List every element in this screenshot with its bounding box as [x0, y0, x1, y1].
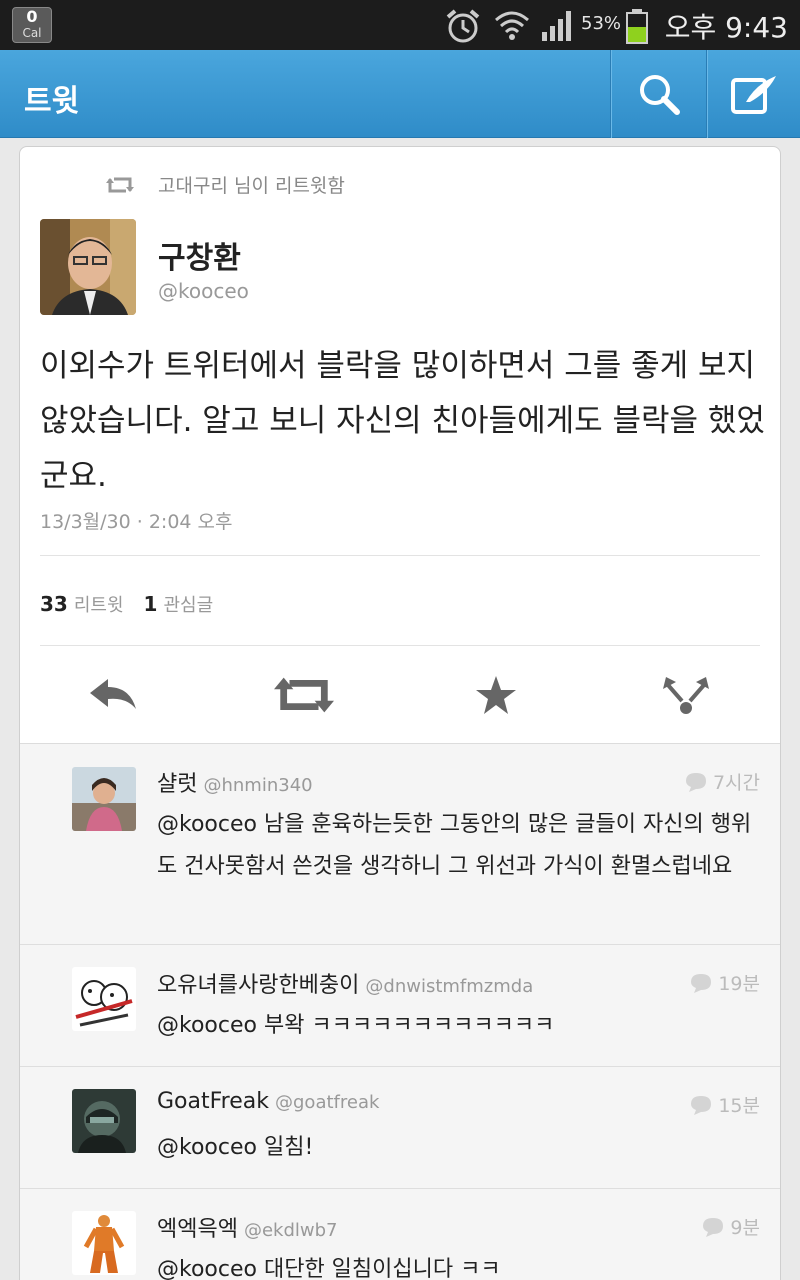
retweet-icon — [274, 677, 334, 713]
reply-time: 15분 — [690, 1091, 760, 1118]
reply-item[interactable]: 오유녀를사랑한베충이 @dnwistmfmzmda 19분 @kooceo 부왁 … — [20, 945, 780, 1067]
clock: 오후 9:43 — [664, 11, 788, 44]
reply-icon — [90, 679, 136, 709]
divider — [40, 555, 760, 556]
tweet-text: 이외수가 트위터에서 블락을 많이하면서 그를 좋게 보지 않았습니다. 알고 … — [40, 348, 765, 494]
reply-text: @kooceo 부왁 ㅋㅋㅋㅋㅋㅋㅋㅋㅋㅋㅋㅋ — [157, 1013, 555, 1038]
divider — [40, 645, 760, 646]
reply-author-handle[interactable]: @ekdlwb7 — [244, 1220, 338, 1241]
reply-author-handle[interactable]: @hnmin340 — [203, 775, 312, 796]
reply-author[interactable]: 엑엑윽엑 @ekdlwb7 — [157, 1211, 338, 1243]
share-button[interactable] — [656, 667, 716, 723]
retweet-attribution: 고대구리 님이 리트윗함 — [106, 171, 345, 198]
reply-author-handle[interactable]: @goatfreak — [275, 1092, 379, 1113]
retweet-button[interactable] — [274, 667, 334, 723]
reply-author-name[interactable]: 오유녀를사랑한베충이 — [157, 973, 359, 998]
alarm-icon — [446, 9, 480, 43]
retweet-count-label[interactable]: 리트윗 — [74, 591, 124, 617]
action-bar: 트윗 — [0, 50, 800, 138]
share-icon — [663, 677, 709, 714]
signal-icon — [542, 11, 571, 41]
tweet-card: 고대구리 님이 리트윗함 구창환 @kooceo 이외수가 트위터에서 블락을 … — [19, 146, 781, 1280]
battery-percentage: 53% — [581, 13, 622, 34]
retweet-count[interactable]: 33 — [40, 592, 68, 616]
reply-avatar[interactable] — [72, 1211, 136, 1275]
page-title: 트윗 — [24, 84, 80, 119]
compose-button[interactable] — [706, 50, 800, 138]
calendar-label: Cal — [22, 26, 42, 40]
status-bar: 0 Cal 53% 오후 9:43 — [0, 0, 800, 50]
tweet-timestamp: 13/3월/30 · 2:04 오후 — [40, 511, 233, 533]
reply-avatar[interactable] — [72, 767, 136, 831]
reply-avatar[interactable] — [72, 967, 136, 1031]
retweeted-by-text: 고대구리 님이 리트윗함 — [158, 175, 345, 197]
reply-text: @kooceo 남을 훈육하는듯한 그동안의 많은 글들이 자신의 행위도 건사… — [157, 812, 752, 879]
reply-author-name[interactable]: 엑엑윽엑 — [157, 1217, 238, 1242]
reply-time-text: 7시간 — [712, 772, 760, 794]
reply-author-handle[interactable]: @dnwistmfmzmda — [365, 976, 533, 997]
compose-icon — [730, 76, 776, 114]
reply-author[interactable]: 샬럿 @hnmin340 — [157, 766, 313, 798]
reply-time-text: 9분 — [730, 1217, 760, 1239]
favorite-button[interactable] — [466, 667, 526, 723]
reply-author[interactable]: GoatFreak @goatfreak — [157, 1089, 379, 1114]
calendar-notification-icon: 0 Cal — [12, 7, 52, 43]
wifi-icon — [495, 11, 529, 40]
comment-icon — [691, 973, 712, 993]
reply-text: @kooceo 일침! — [157, 1135, 314, 1160]
reply-time-text: 15분 — [718, 1095, 760, 1117]
retweet-small-icon — [106, 177, 134, 192]
reply-list: 샬럿 @hnmin340 7시간 @kooceo 남을 훈육하는듯한 그동안의 많… — [20, 743, 780, 1280]
reply-time: 7시간 — [685, 768, 760, 795]
comment-icon — [685, 772, 706, 792]
reply-item[interactable]: 샬럿 @hnmin340 7시간 @kooceo 남을 훈육하는듯한 그동안의 많… — [20, 744, 780, 945]
favorite-count[interactable]: 1 — [144, 592, 158, 616]
favorite-count-label[interactable]: 관심글 — [163, 591, 213, 617]
reply-button[interactable] — [84, 667, 144, 723]
reply-item[interactable]: 엑엑윽엑 @ekdlwb7 9분 @kooceo 대단한 일침이십니다 ㅋㅋ — [20, 1189, 780, 1280]
tweet-actions — [20, 667, 780, 723]
battery-icon — [626, 9, 648, 44]
author-name[interactable]: 구창환 — [158, 233, 241, 277]
star-icon — [476, 676, 516, 714]
search-icon — [639, 75, 680, 115]
reply-author[interactable]: 오유녀를사랑한베충이 @dnwistmfmzmda — [157, 967, 533, 999]
reply-author-name[interactable]: 샬럿 — [157, 772, 197, 797]
calendar-count: 0 — [26, 7, 38, 26]
comment-icon — [691, 1095, 712, 1115]
reply-time: 19분 — [690, 969, 760, 996]
reply-time-text: 19분 — [718, 973, 760, 995]
reply-author-name[interactable]: GoatFreak — [157, 1089, 269, 1114]
tweet-stats: 33 리트윗 1 관심글 — [40, 591, 213, 617]
author-avatar[interactable] — [40, 219, 136, 315]
reply-text: @kooceo 대단한 일침이십니다 ㅋㅋ — [157, 1257, 501, 1280]
reply-time: 9분 — [702, 1213, 760, 1240]
reply-item[interactable]: GoatFreak @goatfreak 15분 @kooceo 일침! — [20, 1067, 780, 1189]
search-button[interactable] — [610, 50, 706, 138]
reply-avatar[interactable] — [72, 1089, 136, 1153]
author-handle[interactable]: @kooceo — [158, 279, 249, 303]
comment-icon — [703, 1217, 724, 1237]
